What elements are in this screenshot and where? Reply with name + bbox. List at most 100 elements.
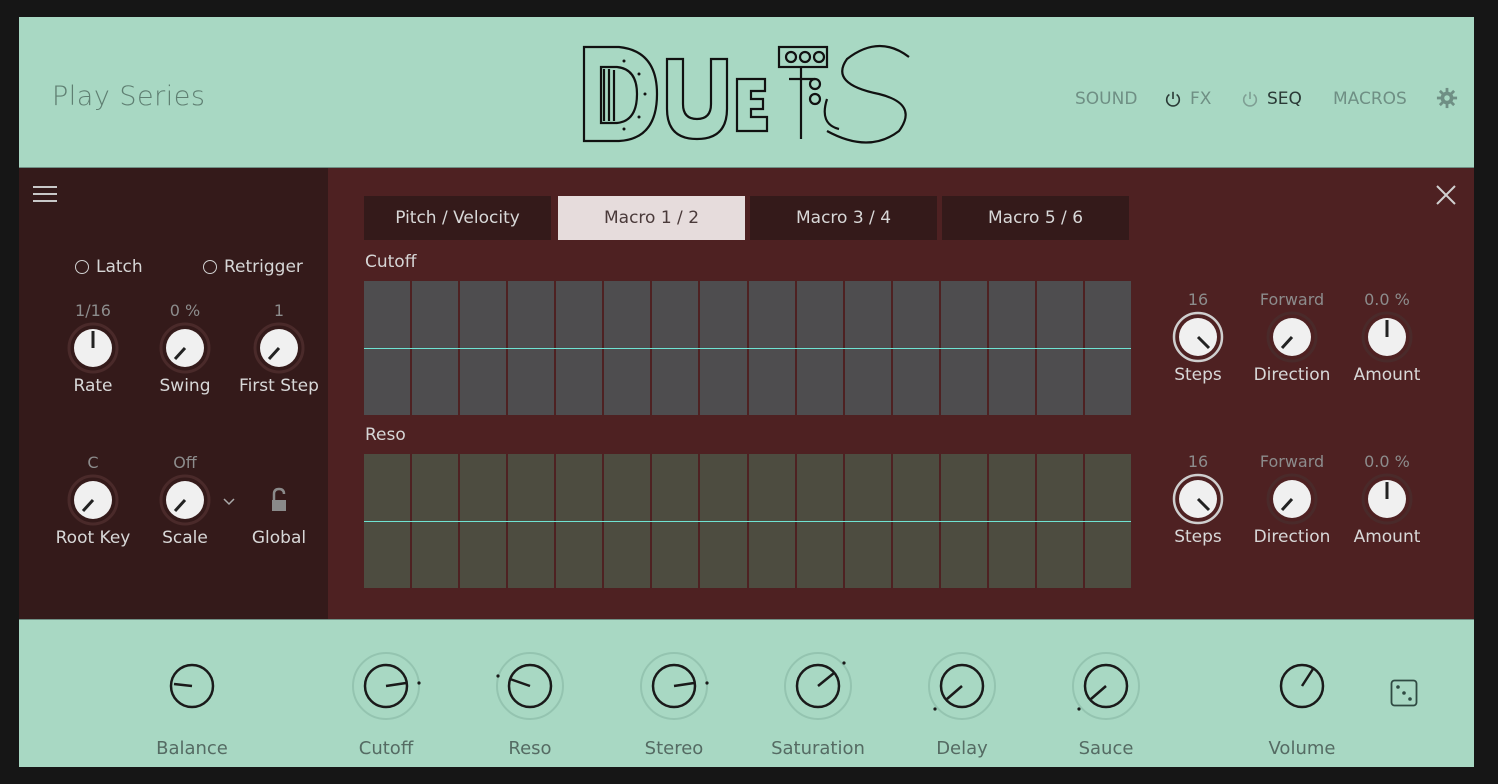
cutoff-knob[interactable] — [346, 646, 426, 726]
tab-macro-3-4-label: Macro 3 / 4 — [795, 208, 892, 228]
cutoff-amount-value: 0.0 % — [1364, 290, 1410, 309]
sauce-macro: Sauce — [1051, 646, 1161, 759]
saturation-label: Saturation — [771, 738, 865, 759]
tab-macro-5-6[interactable]: Macro 5 / 6 — [942, 196, 1129, 240]
cutoff-label: Cutoff — [358, 738, 414, 759]
stereo-knob[interactable] — [634, 646, 714, 726]
reso-center-line — [364, 521, 1131, 522]
nav-seq[interactable]: SEQ — [1241, 89, 1302, 109]
duets-logo — [582, 44, 910, 144]
reso-amount-group: 0.0 % Amount — [1337, 451, 1437, 549]
cutoff-macro: Cutoff — [331, 646, 441, 759]
root-key-label: Root Key — [55, 528, 131, 548]
reso-steps-group: 16 Steps — [1148, 451, 1248, 549]
tab-macro-3-4[interactable]: Macro 3 / 4 — [750, 196, 937, 240]
volume-label: Volume — [1268, 738, 1336, 759]
stereo-label: Stereo — [644, 738, 704, 759]
close-icon[interactable] — [1435, 184, 1457, 206]
volume-knob[interactable] — [1262, 646, 1342, 726]
root-key-value: C — [87, 453, 99, 472]
reso-direction-label: Direction — [1253, 527, 1331, 547]
balance-label: Balance — [156, 738, 228, 759]
balance-knob[interactable] — [152, 646, 232, 726]
cutoff-direction-value: Forward — [1259, 290, 1325, 309]
cutoff-amount-knob[interactable] — [1361, 311, 1413, 363]
reso-amount-value: 0.0 % — [1364, 452, 1410, 471]
randomize-dice-icon[interactable] — [1390, 679, 1418, 707]
sauce-label: Sauce — [1078, 738, 1134, 759]
reso-direction-knob[interactable] — [1266, 473, 1318, 525]
balance-macro: Balance — [137, 646, 247, 759]
sauce-knob[interactable] — [1066, 646, 1146, 726]
nav-macros-label: MACROS — [1333, 89, 1407, 109]
reso-macro: Reso — [475, 646, 585, 759]
cutoff-steps-knob[interactable] — [1172, 311, 1224, 363]
scale-value: Off — [173, 453, 197, 472]
cutoff-amount-label: Amount — [1353, 365, 1421, 385]
tab-macro-5-6-label: Macro 5 / 6 — [987, 208, 1084, 228]
nav-sound[interactable]: SOUND — [1075, 89, 1137, 109]
scale-label: Scale — [162, 528, 208, 548]
nav-fx[interactable]: FX — [1164, 89, 1211, 109]
retrigger-radio-icon[interactable] — [203, 260, 217, 274]
swing-value: 0 % — [169, 301, 201, 320]
rate-knob-group: 1/16 Rate — [43, 300, 143, 398]
delay-knob[interactable] — [922, 646, 1002, 726]
header: Play Series SOUND FX SEQ MACROS — [19, 17, 1474, 167]
global-group: Global — [229, 452, 329, 550]
tab-pitch-velocity[interactable]: Pitch / Velocity — [364, 196, 551, 240]
nav-macros[interactable]: MACROS — [1333, 89, 1407, 109]
delay-macro: Delay — [907, 646, 1017, 759]
first-step-knob-group: 1 First Step — [229, 300, 329, 398]
nav-sound-label: SOUND — [1075, 89, 1138, 109]
nav-fx-label: FX — [1190, 89, 1212, 109]
settings-gear-icon[interactable] — [1436, 87, 1458, 109]
root-key-knob[interactable] — [67, 474, 119, 526]
nav-seq-label: SEQ — [1267, 89, 1302, 109]
retrigger-label: Retrigger — [224, 257, 303, 277]
reso-direction-group: Forward Direction — [1242, 451, 1342, 549]
plugin-window: Play Series SOUND FX SEQ MACROS Latch Re… — [19, 17, 1474, 767]
fx-power-icon[interactable] — [1164, 90, 1182, 108]
swing-knob[interactable] — [159, 322, 211, 374]
lock-icon[interactable] — [253, 474, 305, 526]
tab-macro-1-2[interactable]: Macro 1 / 2 — [558, 196, 745, 240]
first-step-knob[interactable] — [253, 322, 305, 374]
volume-macro: Volume — [1247, 646, 1357, 759]
reso-knob[interactable] — [490, 646, 570, 726]
lane-reso-title: Reso — [365, 425, 406, 445]
cutoff-amount-group: 0.0 % Amount — [1337, 289, 1437, 387]
reso-amount-label: Amount — [1353, 527, 1421, 547]
global-value — [229, 452, 329, 474]
cutoff-steps-label: Steps — [1174, 365, 1222, 385]
macro-bar: Balance Cutoff Reso Stereo Saturation De… — [19, 619, 1474, 767]
latch-label: Latch — [96, 257, 143, 277]
tab-pitch-velocity-label: Pitch / Velocity — [395, 208, 520, 228]
latch-radio-icon[interactable] — [75, 260, 89, 274]
saturation-macro: Saturation — [763, 646, 873, 759]
root-key-knob-group: C Root Key — [43, 452, 143, 550]
cutoff-direction-label: Direction — [1253, 365, 1331, 385]
delay-label: Delay — [936, 738, 988, 759]
sequencer-settings: Latch Retrigger 1/16 Rate 0 % Swing 1 Fi… — [19, 168, 328, 620]
cutoff-steps-value: 16 — [1187, 290, 1209, 309]
retrigger-toggle[interactable]: Retrigger — [203, 257, 303, 277]
menu-icon[interactable] — [33, 186, 57, 204]
cutoff-direction-knob[interactable] — [1266, 311, 1318, 363]
stereo-macro: Stereo — [619, 646, 729, 759]
saturation-knob[interactable] — [778, 646, 858, 726]
scale-knob[interactable] — [159, 474, 211, 526]
rate-knob[interactable] — [67, 322, 119, 374]
tab-macro-1-2-label: Macro 1 / 2 — [603, 208, 700, 228]
latch-toggle[interactable]: Latch — [75, 257, 143, 277]
rate-value: 1/16 — [75, 301, 111, 320]
reso-amount-knob[interactable] — [1361, 473, 1413, 525]
rate-label: Rate — [73, 376, 113, 396]
brand-title: Play Series — [52, 81, 206, 112]
seq-power-icon[interactable] — [1241, 90, 1259, 108]
cutoff-steps-group: 16 Steps — [1148, 289, 1248, 387]
scale-knob-group: Off Scale — [135, 452, 235, 550]
reso-steps-label: Steps — [1174, 527, 1222, 547]
reso-steps-knob[interactable] — [1172, 473, 1224, 525]
reso-label: Reso — [508, 738, 552, 759]
